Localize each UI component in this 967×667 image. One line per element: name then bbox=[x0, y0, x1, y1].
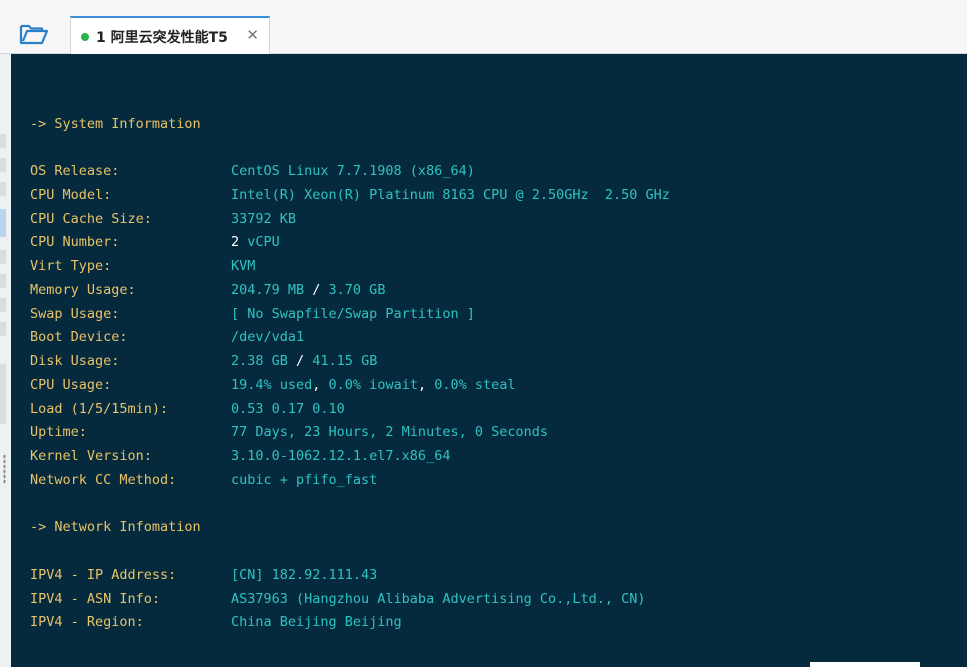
side-panel-marker bbox=[0, 364, 6, 424]
open-folder-button[interactable] bbox=[18, 20, 50, 48]
tab-label: 1 阿里云突发性能T5 bbox=[96, 30, 228, 46]
kernel-version-value: 3.10.0-1062.12.1.el7.x86_64 bbox=[231, 448, 451, 464]
cpu-usage-key: CPU Usage: bbox=[30, 377, 112, 393]
close-icon[interactable]: ✕ bbox=[246, 26, 259, 44]
side-panel-marker bbox=[0, 322, 6, 336]
virt-type-value: KVM bbox=[231, 258, 256, 274]
ipv4-asn-value: AS37963 (Hangzhou Alibaba Advertising Co… bbox=[231, 591, 646, 607]
side-panel-marker bbox=[0, 158, 6, 172]
cpu-usage-value: 19.4% used, 0.0% iowait, 0.0% steal bbox=[231, 375, 516, 395]
boot-device-value: /dev/vda1 bbox=[231, 329, 305, 345]
ipv4-address-key: IPV4 - IP Address: bbox=[30, 567, 177, 583]
folder-icon bbox=[19, 24, 49, 45]
disk-usage-key: Disk Usage: bbox=[30, 353, 120, 369]
cpu-steal: 0.0% steal bbox=[434, 377, 516, 393]
cpu-model-key: CPU Model: bbox=[30, 187, 112, 203]
load-key: Load (1/5/15min): bbox=[30, 401, 169, 417]
resize-grip-icon[interactable] bbox=[3, 454, 6, 484]
tab-bar: 1 阿里云突发性能T5 ✕ bbox=[0, 0, 967, 54]
os-release-value: CentOS Linux 7.7.1908 (x86_64) bbox=[231, 163, 475, 179]
side-panel-marker bbox=[0, 250, 6, 264]
side-panel-edge bbox=[0, 54, 11, 667]
tab-session[interactable]: 1 阿里云突发性能T5 ✕ bbox=[70, 16, 270, 54]
uptime-key: Uptime: bbox=[30, 424, 87, 440]
memory-used: 204.79 MB bbox=[231, 282, 305, 298]
ipv4-region-value: China Beijing Beijing bbox=[231, 614, 402, 630]
swap-usage-key: Swap Usage: bbox=[30, 306, 120, 322]
load-value: 0.53 0.17 0.10 bbox=[231, 401, 345, 417]
cpu-count: 2 bbox=[231, 234, 240, 250]
cpu-unit: vCPU bbox=[239, 234, 280, 250]
cpu-cache-key: CPU Cache Size: bbox=[30, 211, 152, 227]
ipv4-asn-key: IPV4 - ASN Info: bbox=[30, 591, 161, 607]
disk-separator: / bbox=[287, 353, 313, 369]
side-panel-marker bbox=[0, 298, 6, 312]
network-info-header: -> Network Infomation bbox=[30, 519, 201, 535]
ipv4-address-value: [CN] 182.92.111.43 bbox=[231, 567, 378, 583]
side-panel-marker bbox=[0, 274, 6, 288]
cpu-cache-value: 33792 KB bbox=[231, 211, 297, 227]
virt-type-key: Virt Type: bbox=[30, 258, 112, 274]
bottom-panel-edge bbox=[810, 662, 920, 667]
memory-usage-value: 204.79 MB / 3.70 GB bbox=[231, 280, 385, 300]
cpu-number-key: CPU Number: bbox=[30, 234, 120, 250]
swap-usage-value: [ No Swapfile/Swap Partition ] bbox=[231, 306, 475, 322]
uptime-value: 77 Days, 23 Hours, 2 Minutes, 0 Seconds bbox=[231, 424, 548, 440]
ssh-client-window: 1 阿里云突发性能T5 ✕ -> System Information OS R… bbox=[0, 0, 967, 667]
network-cc-key: Network CC Method: bbox=[30, 472, 177, 488]
boot-device-key: Boot Device: bbox=[30, 329, 128, 345]
cpu-usage-separator: , bbox=[417, 377, 435, 393]
cpu-model-value: Intel(R) Xeon(R) Platinum 8163 CPU @ 2.5… bbox=[231, 187, 670, 203]
cpu-number-value: 2 vCPU bbox=[231, 232, 280, 252]
network-cc-value: cubic + pfifo_fast bbox=[231, 472, 378, 488]
kernel-version-key: Kernel Version: bbox=[30, 448, 152, 464]
terminal-output[interactable]: -> System Information OS Release: CentOS… bbox=[11, 54, 967, 667]
disk-used: 2.38 GB bbox=[231, 353, 288, 369]
connected-status-icon bbox=[81, 33, 89, 41]
system-info-header: -> System Information bbox=[30, 116, 201, 132]
memory-usage-key: Memory Usage: bbox=[30, 282, 136, 298]
side-panel-selected-marker bbox=[0, 209, 6, 237]
os-release-key: OS Release: bbox=[30, 163, 120, 179]
side-panel-marker bbox=[0, 134, 6, 148]
cpu-usage-separator: , bbox=[312, 377, 329, 393]
ipv4-region-key: IPV4 - Region: bbox=[30, 614, 144, 630]
cpu-used: 19.4% used bbox=[231, 377, 313, 393]
memory-total: 3.70 GB bbox=[328, 282, 386, 298]
cpu-iowait: 0.0% iowait bbox=[328, 377, 418, 393]
memory-separator: / bbox=[304, 282, 329, 298]
disk-total: 41.15 GB bbox=[312, 353, 378, 369]
side-panel-marker bbox=[0, 182, 6, 196]
disk-usage-value: 2.38 GB / 41.15 GB bbox=[231, 351, 377, 371]
